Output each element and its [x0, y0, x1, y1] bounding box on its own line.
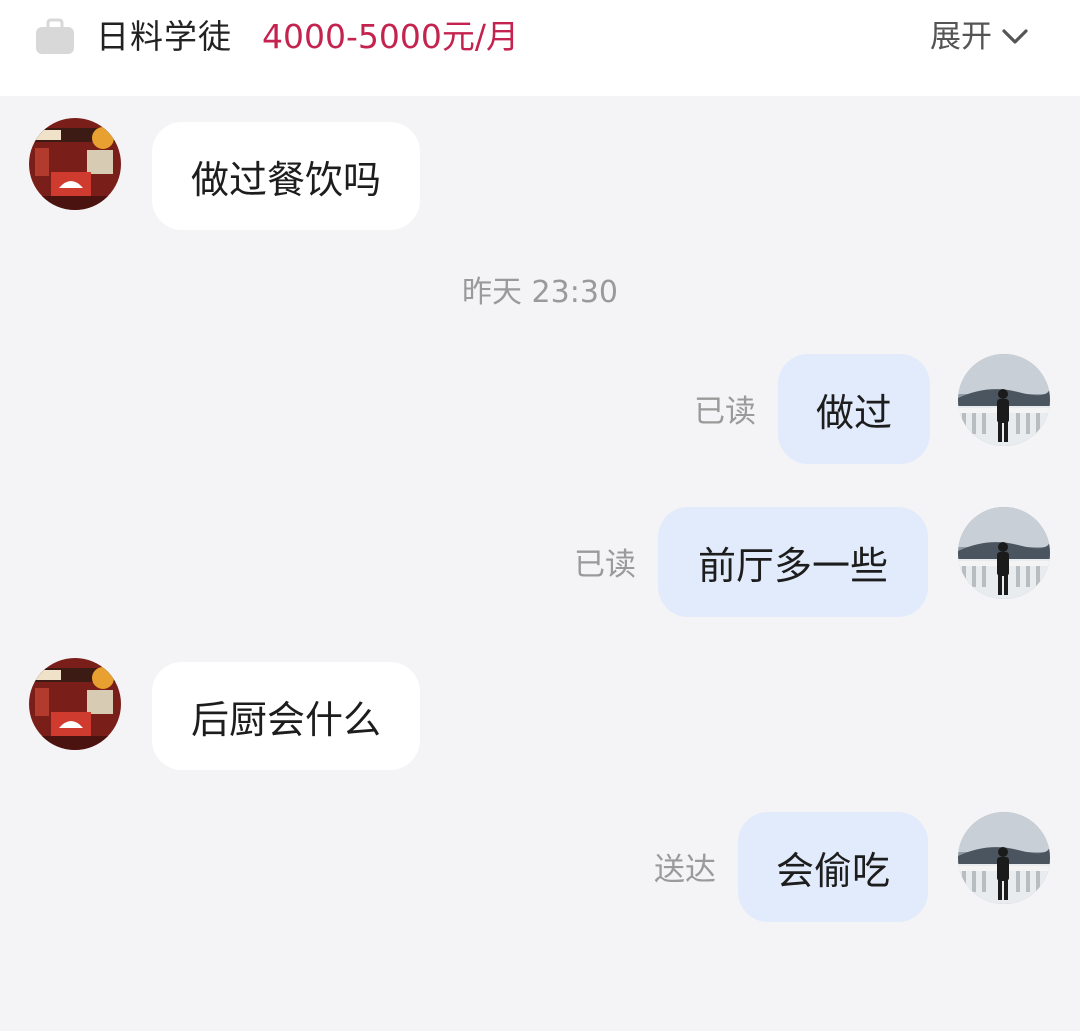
message-text: 前厅多一些: [697, 543, 888, 588]
message-text: 做过餐饮吗: [190, 157, 381, 202]
briefcase-icon: [36, 18, 74, 54]
message-text: 后厨会什么: [190, 697, 381, 742]
read-status: 已读: [574, 547, 636, 583]
expand-button[interactable]: 展开: [930, 14, 1030, 60]
message-timestamp: 昨天 23:30: [462, 275, 618, 310]
message-bubble-outgoing[interactable]: 前厅多一些: [658, 507, 928, 617]
expand-label: 展开: [930, 19, 992, 55]
message-bubble-incoming[interactable]: 做过餐饮吗: [152, 122, 420, 230]
job-title: 日料学徒: [96, 17, 232, 56]
my-avatar[interactable]: [958, 507, 1050, 599]
salary-range: 4000-5000元/月: [262, 17, 519, 56]
job-header: 日料学徒 4000-5000元/月 展开: [0, 0, 1080, 96]
message-text: 做过: [815, 390, 892, 435]
my-avatar[interactable]: [958, 354, 1050, 446]
message-bubble-incoming[interactable]: 后厨会什么: [152, 662, 420, 770]
employer-avatar[interactable]: [29, 118, 121, 210]
employer-avatar[interactable]: [29, 658, 121, 750]
chevron-down-icon: [1002, 29, 1028, 44]
message-bubble-outgoing[interactable]: 做过: [778, 354, 930, 464]
my-avatar[interactable]: [958, 812, 1050, 904]
delivered-status: 送达: [654, 852, 716, 888]
read-status: 已读: [694, 394, 756, 430]
message-text: 会偷吃: [775, 848, 890, 893]
message-bubble-outgoing[interactable]: 会偷吃: [738, 812, 928, 922]
